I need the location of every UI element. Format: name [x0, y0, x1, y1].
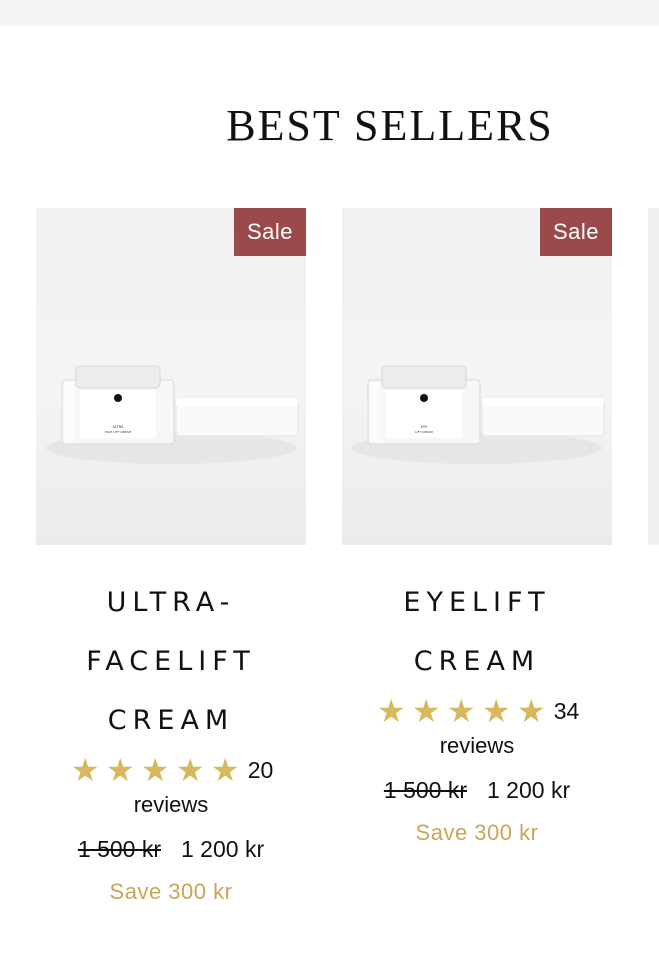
- jar-label-line1: ULTRA: [113, 425, 124, 429]
- product-name-line: ULTRA-: [106, 587, 236, 618]
- star-icon: ★: [411, 693, 441, 729]
- star-icon: ★: [376, 693, 406, 729]
- save-amount: Save 300 kr: [415, 820, 539, 845]
- star-icon: ★: [210, 752, 240, 788]
- reviews-label: reviews: [133, 792, 209, 817]
- reviews-label: reviews: [439, 733, 515, 758]
- review-count: 34: [553, 697, 580, 724]
- rating[interactable]: ★ ★ ★ ★ ★ 34: [342, 691, 612, 731]
- jar-label-line2: LIFT CREAM: [415, 430, 433, 434]
- compare-at-price: 1 500 kr: [383, 777, 467, 803]
- sale-badge: Sale: [540, 208, 612, 256]
- product-name[interactable]: ULTRA- FACELIFT CREAM: [36, 573, 306, 750]
- sale-badge: Sale: [234, 208, 306, 256]
- product-image[interactable]: ULTRA FACE LIFT CREAM Sale: [36, 208, 306, 545]
- star-rating: ★ ★ ★ ★ ★: [375, 693, 550, 729]
- sale-price: 1 200 kr: [181, 836, 265, 862]
- star-icon: ★: [140, 752, 170, 788]
- product-photo: ULTRA FACE LIFT CREAM: [46, 365, 299, 464]
- jar-label-line1: EYE: [421, 425, 428, 429]
- save-amount: Save 300 kr: [109, 879, 233, 904]
- star-icon: ★: [446, 693, 476, 729]
- star-icon: ★: [105, 752, 135, 788]
- product-name[interactable]: EYELIFT CREAM: [342, 573, 612, 691]
- top-bar: [0, 0, 659, 26]
- product-card[interactable]: EYE LIFT CREAM Sale EYELIFT CREAM ★ ★ ★ …: [342, 208, 612, 846]
- price-row: 1 500 kr 1 200 kr: [342, 777, 612, 804]
- jar-label-line2: FACE LIFT CREAM: [105, 430, 132, 434]
- price-row: 1 500 kr 1 200 kr: [36, 836, 306, 863]
- next-product-card-peek[interactable]: [648, 208, 659, 545]
- product-name-line: FACELIFT: [86, 646, 256, 677]
- product-photo: EYE LIFT CREAM: [352, 365, 605, 464]
- star-icon: ★: [516, 693, 546, 729]
- compare-at-price: 1 500 kr: [77, 836, 161, 862]
- star-icon: ★: [175, 752, 205, 788]
- product-card[interactable]: ULTRA FACE LIFT CREAM Sale ULTRA- FACELI…: [36, 208, 306, 905]
- star-icon: ★: [481, 693, 511, 729]
- review-count: 20: [247, 756, 274, 783]
- section-title: BEST SELLERS: [226, 101, 554, 150]
- product-name-line: CREAM: [107, 705, 235, 736]
- star-icon: ★: [70, 752, 100, 788]
- star-rating: ★ ★ ★ ★ ★: [69, 752, 244, 788]
- product-name-line: EYELIFT: [403, 587, 551, 618]
- product-name-line: CREAM: [413, 646, 541, 677]
- rating[interactable]: ★ ★ ★ ★ ★ 20: [36, 750, 306, 790]
- sale-price: 1 200 kr: [487, 777, 571, 803]
- product-image[interactable]: EYE LIFT CREAM Sale: [342, 208, 612, 545]
